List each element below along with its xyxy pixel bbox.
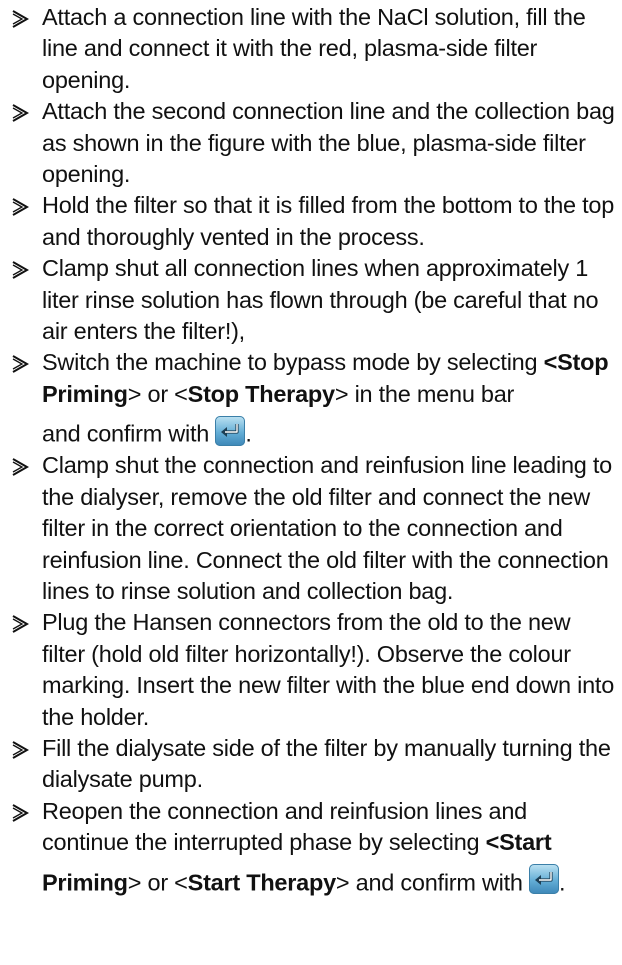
step-text: and confirm with [42, 420, 216, 447]
step-text: . [245, 420, 252, 447]
step-text: Plug the Hansen connectors from the old … [42, 609, 615, 730]
arrow-bullet-icon [11, 2, 29, 33]
step-list: Attach a connection line with the NaCl s… [0, 2, 622, 899]
step-text: > [127, 380, 142, 407]
step-text: Reopen the connection and reinfusion lin… [42, 797, 527, 856]
step-item: Clamp shut all connection lines when app… [0, 253, 622, 347]
step-text: Clamp shut the connection and reinfusion… [42, 452, 612, 604]
enter-return-icon [215, 415, 246, 446]
step-text: Attach the second connection line and th… [42, 98, 615, 188]
arrow-bullet-icon [11, 96, 29, 127]
step-text: Attach a connection line with the NaCl s… [42, 4, 586, 93]
arrow-bullet-icon [11, 607, 29, 638]
arrow-bullet-icon [11, 733, 29, 764]
start-priming-open: <Start [485, 829, 552, 856]
arrow-bullet-icon [11, 450, 29, 481]
start-therapy-label: Start Therapy [187, 869, 337, 896]
step-text: . [559, 869, 566, 896]
step-item: Hold the filter so that it is filled fro… [0, 190, 622, 253]
step-item: Reopen the connection and reinfusion lin… [0, 796, 622, 899]
step-text: Switch the machine to bypass mode by sel… [42, 349, 544, 376]
step-text: or < [141, 380, 188, 407]
arrow-bullet-icon [11, 190, 29, 221]
step-text: > in the menu bar [334, 380, 515, 407]
step-item: Plug the Hansen connectors from the old … [0, 607, 622, 733]
step-text: Hold the filter so that it is filled fro… [42, 192, 615, 250]
arrow-bullet-icon [11, 253, 29, 284]
step-text: > and confirm with [335, 869, 530, 896]
step-text: Fill the dialysate side of the filter by… [42, 734, 611, 793]
step-item: Fill the dialysate side of the filter by… [0, 733, 622, 796]
arrow-bullet-icon [11, 796, 29, 827]
step-text: > [127, 869, 142, 896]
step-item: Attach a connection line with the NaCl s… [0, 2, 622, 96]
step-item: Attach the second connection line and th… [0, 96, 622, 190]
step-item: Switch the machine to bypass mode by sel… [0, 347, 622, 450]
step-text: or < [141, 869, 188, 896]
start-priming-label: Priming [42, 869, 128, 896]
step-item: Clamp shut the connection and reinfusion… [0, 450, 622, 607]
step-text: Clamp shut all connection lines when app… [42, 255, 599, 345]
stop-therapy-label: Stop Therapy [187, 380, 335, 407]
arrow-bullet-icon [11, 347, 29, 378]
instruction-document: Attach a connection line with the NaCl s… [0, 2, 622, 899]
stop-priming-open: < [543, 349, 558, 376]
enter-return-icon [529, 864, 560, 895]
